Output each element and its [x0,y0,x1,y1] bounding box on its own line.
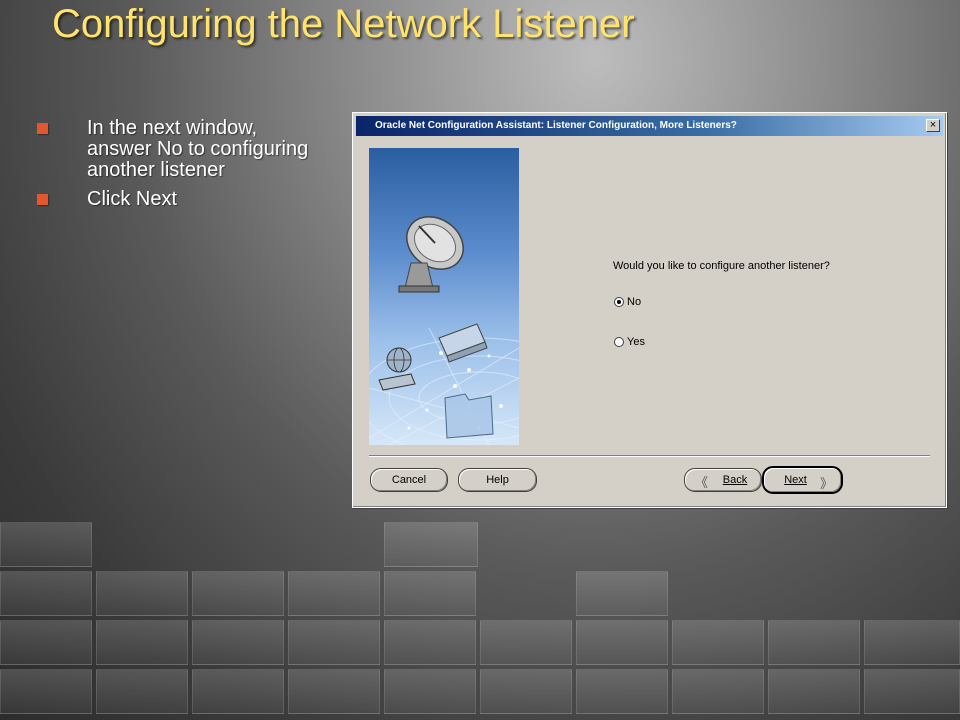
bullet-text: Click Next [87,188,178,210]
next-button[interactable]: Next 》 [762,466,843,494]
bullet-item: In the next window, answer No to configu… [34,118,324,181]
background-tile [96,669,188,714]
background-tile [96,620,188,665]
background-tile [864,620,960,665]
background-tile [288,571,380,616]
slide-title: Configuring the Network Listener [52,2,635,46]
background-tile [384,571,476,616]
background-tile [864,669,960,714]
help-label: Help [486,474,509,486]
background-tile [192,620,284,665]
listener-config-dialog: Oracle Net Configuration Assistant: List… [352,112,947,508]
background-tile [672,669,764,714]
background-tile [0,571,92,616]
background-tile [288,669,380,714]
wizard-side-image [369,148,519,445]
close-icon: × [929,119,937,131]
bullet-square-icon [37,123,48,134]
satellite-dish-icon [398,216,464,293]
globe-icon [378,347,416,391]
bullet-list: In the next window, answer No to configu… [34,118,324,218]
background-tile [192,571,284,616]
background-tile [480,669,572,714]
background-tile [480,620,572,665]
radio-label: No [627,296,642,308]
network-illustration [369,216,519,445]
background-tile [768,620,860,665]
background-tile [768,669,860,714]
background-tile [384,669,476,714]
bullet-text: In the next window, answer No to configu… [87,117,309,181]
background-tile [0,522,92,567]
folder-icon [444,393,494,439]
cancel-button[interactable]: Cancel [370,468,448,492]
background-tile [576,620,668,665]
dialog-titlebar[interactable]: Oracle Net Configuration Assistant: List… [356,116,943,136]
question-label: Would you like to configure another list… [613,260,830,272]
button-separator [369,455,930,457]
radio-option-yes[interactable]: Yes [614,336,645,348]
background-tile [384,620,476,665]
background-tile [96,571,188,616]
cancel-label: Cancel [391,474,427,486]
radio-option-no[interactable]: No [614,296,641,308]
back-button[interactable]: 《 Back [684,468,762,492]
chevron-left-icon: 《 [695,475,709,490]
background-tile [192,669,284,714]
background-tile [576,669,668,714]
radio-label: Yes [627,336,645,348]
next-label: Next [784,474,807,486]
background-tile [576,571,668,616]
background-tile [672,620,764,665]
background-tile [0,669,92,714]
background-tile [0,620,92,665]
help-button[interactable]: Help [458,468,537,492]
chevron-right-icon: 》 [819,476,833,491]
close-button[interactable]: × [926,119,940,132]
back-label: Back [722,474,748,486]
radio-button-selected[interactable] [614,297,624,307]
radio-button[interactable] [614,337,624,347]
bullet-item: Click Next [34,189,324,210]
background-tile [288,620,380,665]
dialog-title: Oracle Net Configuration Assistant: List… [375,120,737,131]
background-tile [384,522,478,567]
bullet-square-icon [37,194,48,205]
